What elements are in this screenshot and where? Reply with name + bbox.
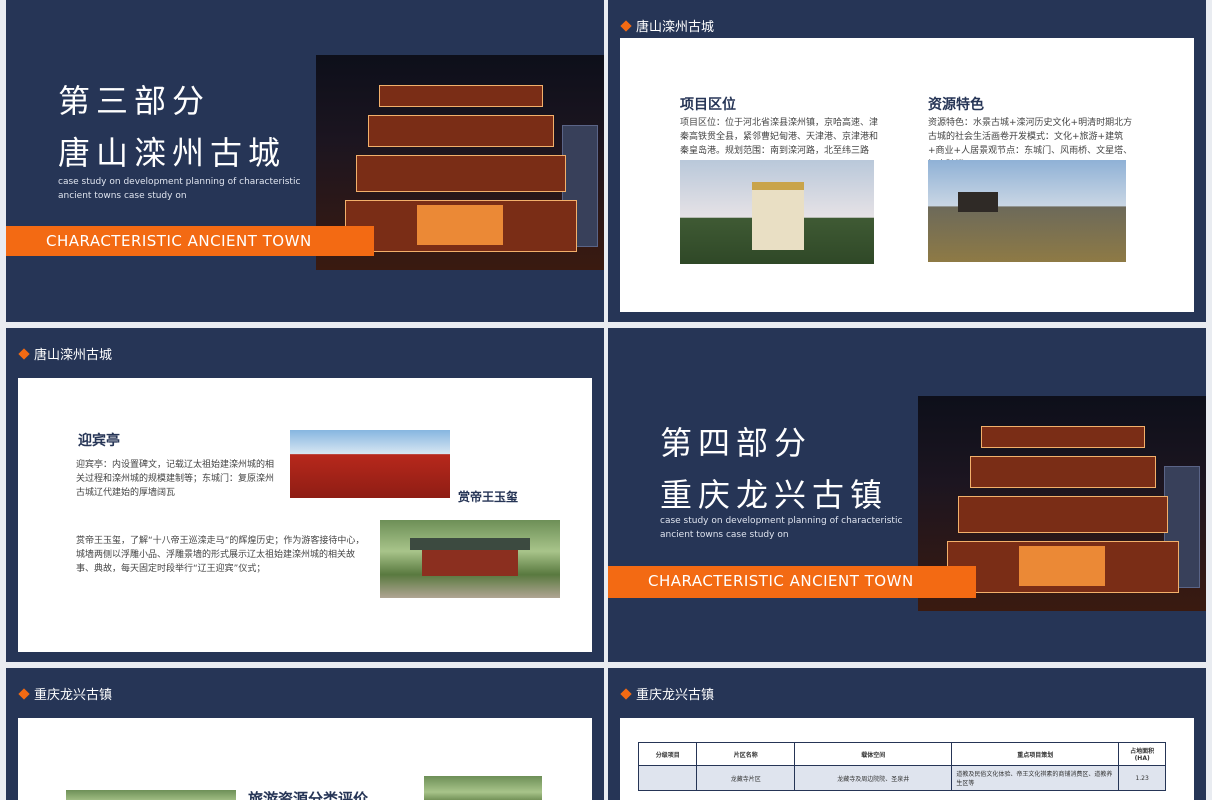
table-cell: 龙藏寺片区 [696,765,796,791]
content-panel: 项目区位 项目区位：位于河北省滦县滦州镇，京哈高速、津秦高铁贯全县，紧邻曹妃甸港… [620,38,1194,312]
light-glow [1018,546,1106,586]
temple-floor [958,496,1168,533]
table-header-cell: 重点项目策划 [951,742,1120,766]
diamond-icon [620,688,632,700]
pavilion-heading: 迎宾亭 [78,433,120,449]
garden-photo [424,776,542,800]
table-cell [637,765,698,791]
seal-heading: 赏帝王玉玺 [458,490,519,504]
slide-header: 唐山滦州古城 [18,344,112,363]
resource-evaluation-heading: 旅游资源分类评价 [248,790,369,800]
red-gate-photo [290,430,450,498]
diamond-icon [620,20,632,32]
seal-text: 赏帝王玉玺，了解“十八帝王巡滦走马”的辉煌历史；作为游客接待中心，城墙两侧以浮雕… [76,536,365,574]
pavilion-body [422,550,518,576]
table-header-cell: 片区名称 [696,742,796,766]
distant-temple [958,192,998,212]
slide-tangshan-pavilion: 唐山滦州古城 迎宾亭 迎宾亭：内设置碑文，记载辽太祖始建滦州城的相关过程和滦州城… [6,328,604,662]
slide-chongqing-cover: 第四部分 重庆龙兴古镇 case study on development pl… [608,328,1206,662]
pagoda-photo [680,160,874,264]
pavilion-roof [410,538,530,550]
table-header-cell: 占地面积(HA) [1118,742,1166,766]
slide-header: 重庆龙兴古镇 [620,684,714,703]
temple-floor [356,155,566,192]
light-glow [416,205,504,245]
cover-title-line2: 唐山滦州古城 [58,134,287,172]
table-cell: 龙藏寺及周边院院、圣泉井 [794,765,953,791]
location-heading: 项目区位 [680,97,736,113]
table-header-cell: 载体空间 [794,742,953,766]
characteristic-bar: CHARACTERISTIC ANCIENT TOWN [6,226,374,256]
pavilion-text: 迎宾亭：内设置碑文，记载辽太祖始建滦州城的相关过程和滦州城的规模建制等；东城门：… [76,460,275,498]
temple-roof [981,426,1145,448]
content-panel: 旅游资源分类评价 [18,718,592,800]
slide-chongqing-resources: 重庆龙兴古镇 旅游资源分类评价 [6,668,604,800]
temple-floor [969,456,1157,488]
cover-title-line1: 第三部分 [58,82,211,120]
forest-photo [66,790,236,800]
cover-title-line1: 第四部分 [660,424,813,462]
pagoda-building [752,182,804,250]
table-header-cell: 分级项目 [637,742,698,766]
cover-subtitle: case study on development planning of ch… [58,177,301,201]
temple-roof [379,85,543,107]
slide-tangshan-location: 唐山滦州古城 项目区位 项目区位：位于河北省滦县滦州镇，京哈高速、津秦高铁贯全县… [608,0,1206,322]
table-row: 龙藏寺片区 龙藏寺及周边院院、圣泉井 道教及民俗文化体验、帝王文化祺素的商铺消费… [637,765,1166,791]
mountain-photo [928,160,1126,262]
table-cell: 道教及民俗文化体验、帝王文化祺素的商铺消费区、道教养生区等 [951,765,1120,791]
cover-title-line2: 重庆龙兴古镇 [660,476,889,514]
resource-heading: 资源特色 [928,97,984,113]
planning-table: 分级项目 片区名称 载体空间 重点项目策划 占地面积(HA) 龙藏寺片区 龙藏寺… [637,742,1166,791]
slide-header: 唐山滦州古城 [620,16,714,35]
cover-subtitle: case study on development planning of ch… [660,516,903,540]
table-cell: 1.23 [1118,765,1166,791]
slide-header: 重庆龙兴古镇 [18,684,112,703]
diamond-icon [18,348,30,360]
pavilion-photo [380,520,560,598]
slide-tangshan-cover: 第三部分 唐山滦州古城 case study on development pl… [6,0,604,322]
characteristic-bar: CHARACTERISTIC ANCIENT TOWN [608,566,976,598]
diamond-icon [18,688,30,700]
location-text: 项目区位：位于河北省滦县滦州镇，京哈高速、津秦高铁贯全县，紧邻曹妃甸港、天津港、… [680,118,879,156]
slide-chongqing-table: 重庆龙兴古镇 分级项目 片区名称 载体空间 重点项目策划 占地面积(HA) 龙藏… [608,668,1206,800]
temple-floor [367,115,555,147]
content-panel: 迎宾亭 迎宾亭：内设置碑文，记载辽太祖始建滦州城的相关过程和滦州城的规模建制等；… [18,378,592,652]
content-panel: 分级项目 片区名称 载体空间 重点项目策划 占地面积(HA) 龙藏寺片区 龙藏寺… [620,718,1194,800]
